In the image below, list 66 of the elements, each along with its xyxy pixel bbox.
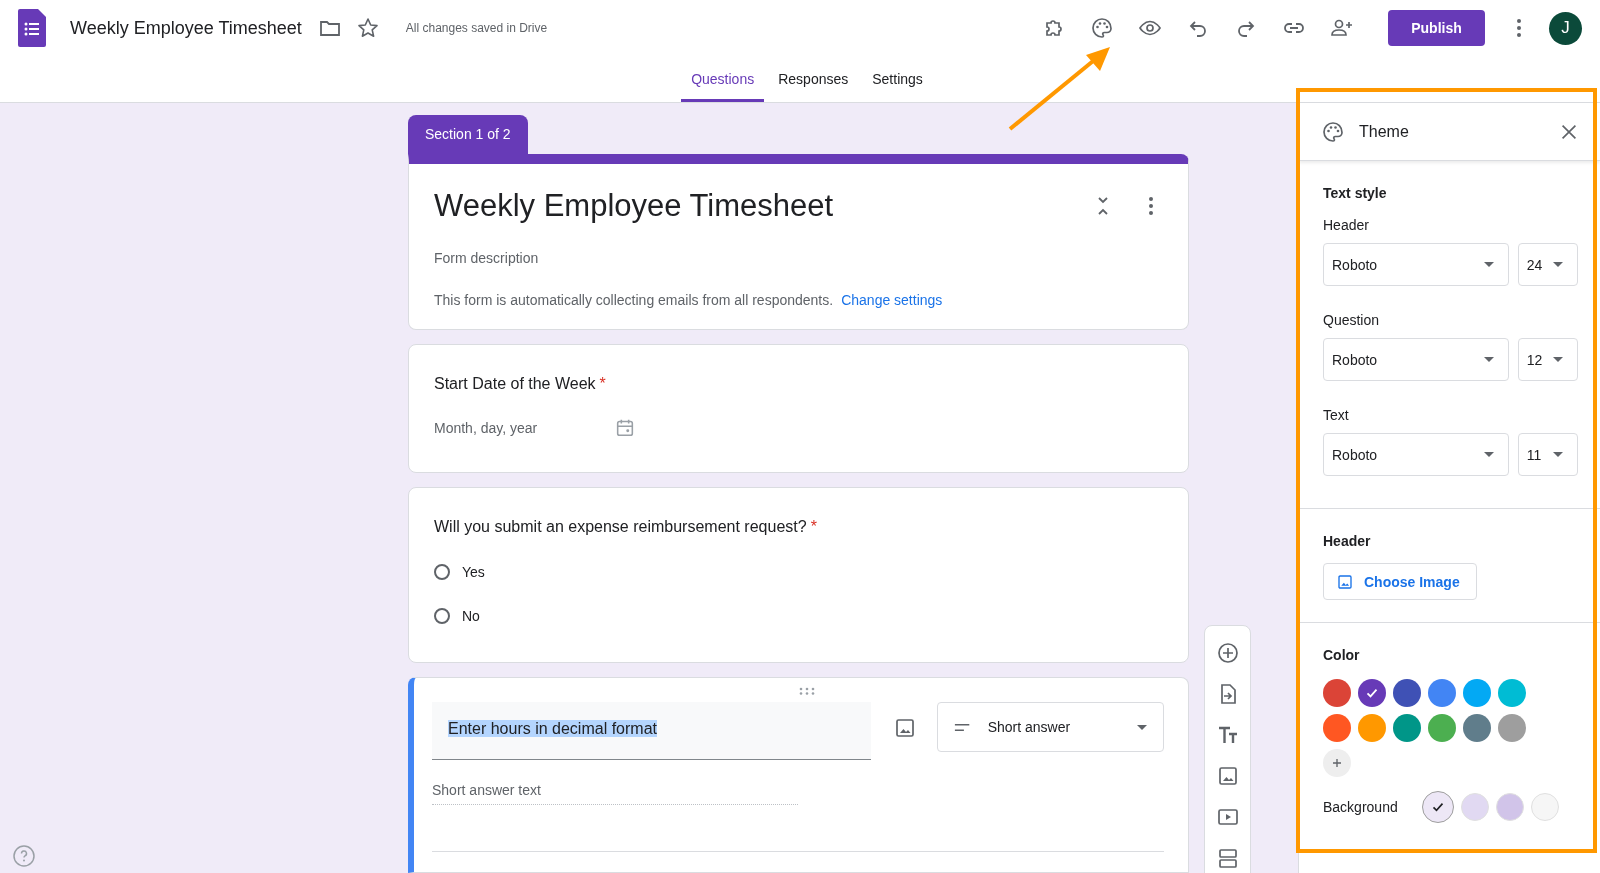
palette-icon[interactable] [1090,16,1114,40]
add-circle-icon[interactable] [1215,641,1240,665]
short-text-icon [953,722,972,732]
email-notice: This form is automatically collecting emails from all respondents. [434,292,834,309]
caret-icon [1483,262,1494,267]
font-dropdown[interactable]: Roboto [1323,243,1509,286]
size-dropdown[interactable]: 11 [1517,433,1578,476]
option-label: Yes [462,564,485,581]
required-mark: * [599,375,606,394]
palette-icon [1321,119,1345,144]
tab[interactable]: Responses [768,56,859,102]
question-title: Start Date of the Week [434,375,596,394]
option-label: No [462,608,480,625]
drag-handle-icon[interactable] [798,687,816,696]
caret-icon [1483,452,1494,457]
radio-button[interactable] [434,608,450,625]
color-swatch[interactable] [1498,679,1526,707]
color-swatch[interactable] [1393,714,1421,742]
date-field[interactable]: Month, day, year [434,420,614,437]
form-description-field[interactable]: Form description [434,250,1163,267]
question-title-field[interactable]: Enter hours in decimal format [432,702,871,761]
color-swatch[interactable] [1428,679,1456,707]
change-settings-link[interactable]: Change settings [841,292,943,309]
field-label: Text [1323,407,1350,423]
field-label: Header [1323,217,1370,233]
avatar[interactable]: J [1549,11,1582,45]
forms-logo-icon[interactable] [18,9,46,47]
form-title[interactable]: Weekly Employee Timesheet [434,188,1067,225]
font-dropdown[interactable]: Roboto [1323,338,1509,381]
document-title[interactable]: Weekly Employee Timesheet [70,17,302,39]
section-heading: Header [1323,533,1372,549]
publish-button[interactable]: Publish [1388,10,1485,46]
add-color-button[interactable] [1323,749,1351,777]
save-status: All changes saved in Drive [405,21,548,35]
color-swatch[interactable] [1428,714,1456,742]
caret-icon [1137,724,1147,730]
star-icon[interactable] [355,16,380,40]
color-swatch[interactable] [1498,714,1526,742]
color-swatch[interactable] [1323,714,1351,742]
font-dropdown[interactable]: Roboto [1323,433,1509,476]
size-dropdown[interactable]: 24 [1517,243,1578,286]
tab[interactable]: Settings [862,56,933,102]
caret-icon [1483,357,1494,362]
color-swatch[interactable] [1358,714,1386,742]
color-swatch[interactable] [1323,679,1351,707]
section-heading: Text style [1323,185,1388,201]
background-label: Background [1323,799,1399,815]
caret-icon [1553,262,1563,267]
color-swatch[interactable] [1358,679,1386,707]
radio-button[interactable] [434,564,450,581]
color-swatch[interactable] [1463,714,1491,742]
section-heading: Color [1323,647,1361,663]
background-swatch[interactable] [1422,791,1454,823]
choose-image-button[interactable]: Choose Image [1323,563,1477,600]
question-type-dropdown[interactable]: Short answer [936,702,1164,753]
color-swatch[interactable] [1463,679,1491,707]
caret-icon [1553,452,1563,457]
image-icon [1336,572,1354,591]
short-answer-field: Short answer text [432,782,798,806]
caret-icon [1553,357,1563,362]
field-label: Question [1323,312,1381,328]
question-title: Will you submit an expense reimbursement request? [434,518,807,537]
size-dropdown[interactable]: 12 [1517,338,1578,381]
color-swatch[interactable] [1393,679,1421,707]
required-mark: * [810,518,817,537]
panel-title: Theme [1359,122,1410,141]
